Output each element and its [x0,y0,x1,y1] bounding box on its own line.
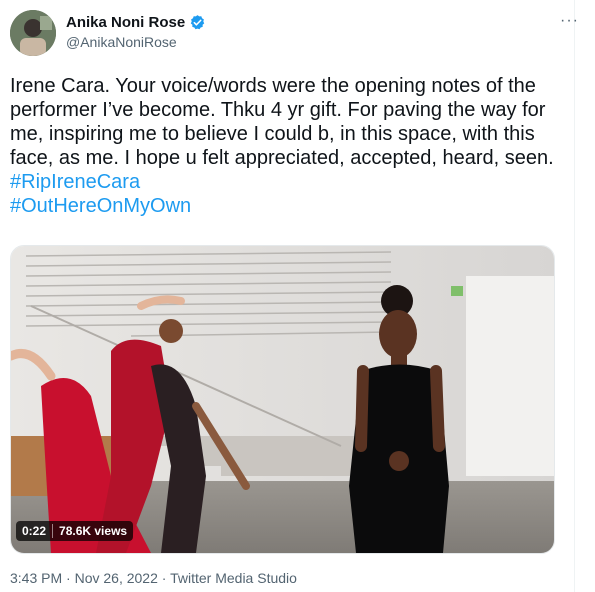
avatar[interactable] [10,10,56,56]
video-duration: 0:22 [22,524,47,538]
verified-badge-icon [189,14,206,31]
video-views: 78.6K views [59,524,128,538]
meta-separator: · [161,570,167,586]
author-name-row: Anika Noni Rose [66,14,206,31]
tweet-text: Irene Cara. Your voice/words were the op… [10,75,554,169]
tweet-header: Anika Noni Rose @AnikaNoniRose ··· [10,10,578,58]
tweet-source: Twitter Media Studio [170,570,297,586]
video-player[interactable] [10,245,555,554]
video-stats-badge: 0:22 78.6K views [16,521,134,541]
tweet-time[interactable]: 3:43 PM [10,570,62,586]
video-frame [11,246,554,553]
column-divider [574,0,575,592]
meta-separator: · [66,570,71,586]
hashtag-link[interactable]: #OutHereOnMyOwn [10,195,191,217]
author-name[interactable]: Anika Noni Rose [66,14,185,31]
more-options-icon[interactable]: ··· [560,12,579,30]
tweet-date[interactable]: Nov 26, 2022 [75,570,158,586]
author-handle[interactable]: @AnikaNoniRose [66,34,177,50]
tweet-body: Irene Cara. Your voice/words were the op… [10,74,565,218]
hashtag-link[interactable]: #RipIreneCara [10,171,140,193]
tweet-meta: 3:43 PM · Nov 26, 2022 · Twitter Media S… [10,570,297,586]
